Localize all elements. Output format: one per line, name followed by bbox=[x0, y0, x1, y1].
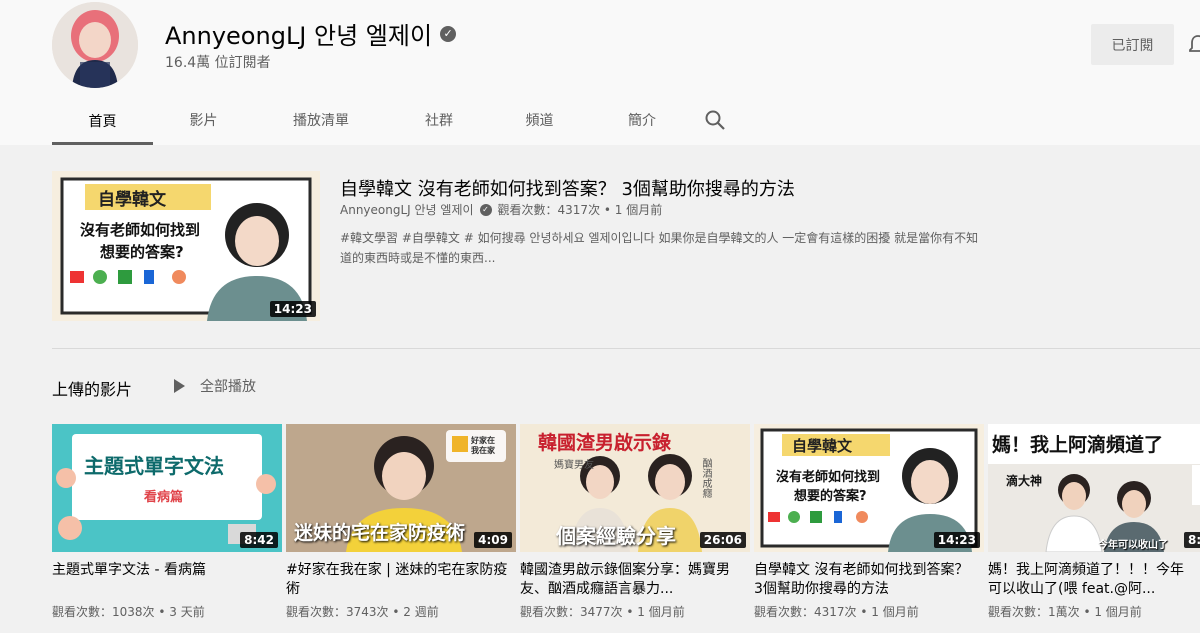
channel-header: AnnyeongLJ 안녕 엘제이 ✓ 16.4萬 位訂閱者 已訂閱 首頁 影片… bbox=[0, 0, 1200, 145]
notification-bell-icon[interactable] bbox=[1188, 34, 1200, 56]
thumb-line1: 沒有老師如何找到 bbox=[776, 470, 881, 485]
video-title[interactable]: 媽！我上阿滴頻道了！！！今年可以收山了(喂 feat.@阿... bbox=[988, 561, 1193, 599]
thumb-tag: 自學韓文 bbox=[792, 437, 853, 455]
subscribed-button[interactable]: 已訂閱 bbox=[1091, 24, 1174, 65]
section-divider bbox=[52, 348, 1200, 349]
video-card[interactable]: 主題式單字文法 看病篇 8:42 主題式單字文法 - 看病篇 觀看次數：1038… bbox=[52, 424, 282, 620]
channel-name[interactable]: AnnyeongLJ 안녕 엘제이 ✓ bbox=[165, 16, 457, 51]
video-card[interactable]: 韓國渣男啟示錄 個案經驗分享 媽寶男友 酗酒成癮 26:06 韓國渣男啟示錄個案… bbox=[520, 424, 750, 620]
featured-view-info: 觀看次數：4317次 • 1 個月前 bbox=[497, 203, 663, 217]
thumb-badge: 好家在我在家 bbox=[471, 436, 495, 455]
featured-channel-name[interactable]: AnnyeongLJ 안녕 엘제이 bbox=[340, 201, 474, 218]
channel-name-text[interactable]: AnnyeongLJ 안녕 엘제이 bbox=[165, 16, 432, 51]
featured-video-thumbnail[interactable]: 自學韓文 沒有老師如何找到 想要的答案? 14:23 bbox=[52, 171, 320, 321]
thumb-line2: 滴大神 bbox=[1006, 474, 1043, 488]
video-meta: 觀看次數：4317次 • 1 個月前 bbox=[754, 605, 919, 619]
channel-home-content: 自學韓文 沒有老師如何找到 想要的答案? 14:23 自學韓文 沒有老師如何找到… bbox=[0, 145, 1200, 633]
video-card[interactable]: 媽！我上阿滴頻道了 滴大神 今年可以收山了 8:3 媽！我上阿滴頻道了！！！今年… bbox=[988, 424, 1200, 620]
video-meta: 觀看次數：1萬次 • 1 個月前 bbox=[988, 605, 1142, 619]
play-all-label: 全部播放 bbox=[200, 379, 256, 395]
thumb-line2: 個案經驗分享 bbox=[556, 524, 676, 548]
thumb-line2: 看病篇 bbox=[144, 490, 184, 505]
channel-avatar[interactable] bbox=[52, 2, 138, 88]
verified-badge-icon: ✓ bbox=[479, 203, 492, 216]
video-duration: 8:42 bbox=[240, 532, 278, 548]
video-thumbnail[interactable]: 媽！我上阿滴頻道了 滴大神 今年可以收山了 8:3 bbox=[988, 424, 1200, 552]
featured-thumb-line2: 想要的答案? bbox=[100, 243, 184, 261]
video-title[interactable]: 自學韓文 沒有老師如何找到答案？ 3個幫助你搜尋的方法 bbox=[754, 561, 979, 599]
tab-home[interactable]: 首頁 bbox=[52, 97, 153, 145]
featured-video-description: #韓文學習 #自學韓文 # 如何搜尋 안녕하세요 엘제이입니다 如果你是自學韓文… bbox=[340, 231, 979, 265]
featured-video-meta: AnnyeongLJ 안녕 엘제이 ✓ 觀看次數：4317次 • 1 個月前 bbox=[340, 201, 662, 218]
subscriber-count: 16.4萬 位訂閱者 bbox=[165, 55, 271, 71]
video-duration: 26:06 bbox=[699, 532, 746, 548]
thumb-line1: 媽！我上阿滴頻道了 bbox=[992, 434, 1164, 456]
featured-video-title[interactable]: 自學韓文 沒有老師如何找到答案？ 3個幫助你搜尋的方法 bbox=[340, 175, 795, 201]
channel-search-icon[interactable] bbox=[695, 97, 735, 143]
play-icon bbox=[174, 379, 185, 393]
video-thumbnail[interactable]: 自學韓文 沒有老師如何找到 想要的答案? 14:23 bbox=[754, 424, 984, 552]
video-duration: 8:3 bbox=[1184, 532, 1200, 548]
video-meta: 觀看次數：3477次 • 1 個月前 bbox=[520, 605, 685, 619]
featured-thumb-line1: 沒有老師如何找到 bbox=[80, 221, 201, 239]
video-thumbnail[interactable]: 韓國渣男啟示錄 個案經驗分享 媽寶男友 酗酒成癮 26:06 bbox=[520, 424, 750, 552]
video-card[interactable]: 好家在我在家 迷妹的宅在家防疫術 4:09 #好家在我在家 | 迷妹的宅在家防疫… bbox=[286, 424, 516, 620]
video-title[interactable]: #好家在我在家 | 迷妹的宅在家防疫術 bbox=[286, 561, 511, 599]
tab-community[interactable]: 社群 bbox=[388, 97, 490, 143]
video-thumbnail[interactable]: 好家在我在家 迷妹的宅在家防疫術 4:09 bbox=[286, 424, 516, 552]
thumb-side-left: 媽寶男友 bbox=[554, 460, 594, 471]
thumb-line1: 迷妹的宅在家防疫術 bbox=[294, 522, 466, 544]
video-card[interactable]: 自學韓文 沒有老師如何找到 想要的答案? 14:23 自學韓文 沒有老師如何找到… bbox=[754, 424, 984, 620]
thumb-line3: 今年可以收山了 bbox=[1098, 540, 1168, 551]
video-title[interactable]: 主題式單字文法 - 看病篇 bbox=[52, 561, 277, 599]
tab-playlists[interactable]: 播放清單 bbox=[254, 97, 388, 143]
play-all-button[interactable]: 全部播放 bbox=[172, 376, 256, 396]
video-thumbnail[interactable]: 主題式單字文法 看病篇 8:42 bbox=[52, 424, 282, 552]
featured-thumb-tag: 自學韓文 bbox=[98, 190, 166, 210]
featured-duration: 14:23 bbox=[269, 301, 316, 317]
thumb-line1: 韓國渣男啟示錄 bbox=[538, 432, 672, 454]
video-meta: 觀看次數：1038次 • 3 天前 bbox=[52, 605, 205, 619]
video-duration: 4:09 bbox=[474, 532, 512, 548]
thumb-side-right: 酗酒成癮 bbox=[700, 458, 711, 498]
channel-tabs: 首頁 影片 播放清單 社群 頻道 簡介 bbox=[52, 97, 735, 145]
thumb-line2: 想要的答案? bbox=[794, 489, 867, 504]
video-duration: 14:23 bbox=[933, 532, 980, 548]
shelf-scroll-right-button[interactable] bbox=[1192, 465, 1200, 505]
thumb-line1: 主題式單字文法 bbox=[84, 454, 224, 478]
uploads-shelf-title[interactable]: 上傳的影片 bbox=[52, 376, 132, 400]
video-title[interactable]: 韓國渣男啟示錄個案分享：媽寶男友、酗酒成癮語言暴力... bbox=[520, 561, 745, 599]
verified-badge-icon: ✓ bbox=[440, 25, 457, 42]
tab-videos[interactable]: 影片 bbox=[153, 97, 254, 143]
tab-channels[interactable]: 頻道 bbox=[490, 97, 589, 143]
video-meta: 觀看次數：3743次 • 2 週前 bbox=[286, 605, 439, 619]
tab-about[interactable]: 簡介 bbox=[589, 97, 695, 143]
